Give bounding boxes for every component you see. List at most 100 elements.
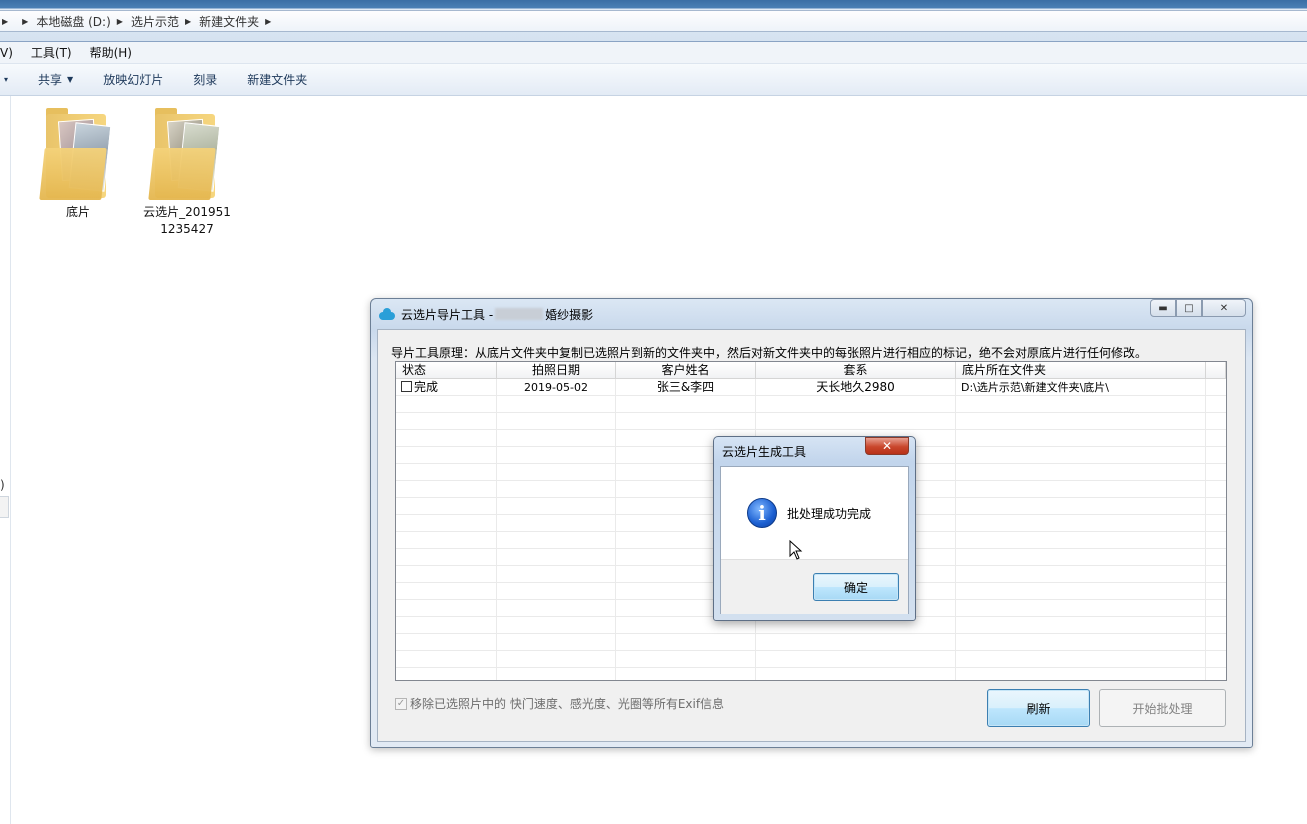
empty-cell [956,396,1206,413]
column-header-date[interactable]: 拍照日期 [497,362,616,379]
message-box-footer: 确定 [721,559,908,614]
new-folder-button[interactable]: 新建文件夹 [247,71,307,88]
empty-cell [497,515,616,532]
empty-cell [756,651,956,668]
organize-dropdown[interactable]: ▾ [4,75,8,84]
folder-icon [148,104,223,200]
empty-cell [497,430,616,447]
message-box: 云选片生成工具 ✕ i 批处理成功完成 确定 [713,436,916,621]
empty-cell [956,447,1206,464]
empty-cell [956,600,1206,617]
empty-cell [956,566,1206,583]
row-checkbox[interactable] [401,381,412,392]
status-cell[interactable]: 完成 [396,379,497,396]
remove-exif-checkbox[interactable]: ✓ 移除已选照片中的 快门速度、感光度、光圈等所有Exif信息 [395,695,724,712]
folder-cell: D:\选片示范\新建文件夹\底片\ [956,379,1206,396]
menu-bar: V) 工具(T) 帮助(H) [0,42,1307,64]
empty-cell [956,413,1206,430]
redacted-studio-name [495,308,544,320]
empty-cell [396,430,497,447]
column-header-status[interactable]: 状态 [396,362,497,379]
empty-cell [956,668,1206,680]
empty-cell [497,498,616,515]
caret-down-icon: ▼ [67,75,74,84]
navigation-pane [0,96,11,824]
burn-button[interactable]: 刻录 [193,71,217,88]
minimize-icon: ▬ [1158,302,1168,314]
empty-cell [956,651,1206,668]
column-header-folder[interactable]: 底片所在文件夹 [956,362,1206,379]
menu-help[interactable]: 帮助(H) [90,44,132,61]
empty-cell [396,481,497,498]
folder-item[interactable]: 云选片_2019511235427 [142,104,232,238]
empty-cell [396,583,497,600]
empty-cell [497,549,616,566]
empty-cell [956,498,1206,515]
breadcrumb-root[interactable]: ▶ [2,17,16,26]
empty-cell [616,413,756,430]
close-button[interactable]: ✕ [1202,299,1246,317]
nav-pane-scroll-fragment[interactable] [0,496,9,518]
empty-cell [616,668,756,680]
start-batch-button[interactable]: 开始批处理 [1099,689,1226,727]
empty-cell [497,396,616,413]
table-row[interactable]: 完成 2019-05-02 张三&李四 天长地久2980 D:\选片示范\新建文… [396,379,1226,396]
empty-cell [396,668,497,680]
chevron-right-icon: ▶ [116,16,123,26]
principle-text: 导片工具原理：从底片文件夹中复制已选照片到新的文件夹中，然后对新文件夹中的每张照… [391,346,1148,360]
column-header-package[interactable]: 套系 [756,362,956,379]
info-icon: i [747,498,777,528]
breadcrumb-dropdown[interactable]: ▶ [265,17,279,26]
empty-cell [616,651,756,668]
empty-cell [756,668,956,680]
empty-cell [497,668,616,680]
ok-button[interactable]: 确定 [813,573,899,601]
folder-item[interactable]: 底片 [33,104,123,221]
folder-label: 云选片_2019511235427 [143,205,231,236]
nav-pane-fragment: ) [0,478,5,492]
empty-cell [396,447,497,464]
empty-cell [396,515,497,532]
maximize-button[interactable]: □ [1176,299,1202,317]
empty-cell [497,532,616,549]
empty-cell [756,396,956,413]
package-cell: 天长地久2980 [756,379,956,396]
empty-cell [396,532,497,549]
breadcrumb-item[interactable]: ▶ 新建文件夹 [185,13,259,30]
caret-down-icon: ▾ [4,75,9,84]
menu-view[interactable]: V) [0,46,13,60]
empty-cell [396,651,497,668]
empty-cell [396,549,497,566]
minimize-button[interactable]: ▬ [1150,299,1176,317]
empty-cell [396,396,497,413]
folder-icon [39,104,114,200]
grid-header: 状态 拍照日期 客户姓名 套系 底片所在文件夹 [396,362,1226,379]
breadcrumb-item[interactable]: ▶ 本地磁盘 (D:) [22,13,111,30]
empty-cell [756,413,956,430]
empty-cell [396,498,497,515]
date-cell: 2019-05-02 [497,379,616,396]
empty-cell [497,651,616,668]
close-icon: ✕ [1219,302,1229,314]
close-icon: ✕ [881,439,893,453]
menu-tools[interactable]: 工具(T) [31,44,72,61]
slideshow-button[interactable]: 放映幻灯片 [103,71,163,88]
breadcrumb-item[interactable]: ▶ 选片示范 [117,13,179,30]
address-bar: ▶ ▶ 本地磁盘 (D:) ▶ 选片示范 ▶ 新建文件夹 ▶ [0,0,1307,42]
breadcrumb[interactable]: ▶ ▶ 本地磁盘 (D:) ▶ 选片示范 ▶ 新建文件夹 ▶ [0,10,1307,32]
empty-cell [497,634,616,651]
empty-cell [956,583,1206,600]
share-button[interactable]: 共享 ▼ [38,71,73,88]
empty-cell [396,600,497,617]
refresh-button[interactable]: 刷新 [987,689,1090,727]
empty-row [396,651,1226,668]
empty-cell [497,583,616,600]
message-box-title: 云选片生成工具 [722,445,807,459]
empty-cell [956,515,1206,532]
empty-cell [497,464,616,481]
empty-cell [396,634,497,651]
column-header-customer[interactable]: 客户姓名 [616,362,756,379]
chevron-right-icon: ▶ [184,16,192,26]
checkbox-checked-icon: ✓ [395,697,407,710]
message-box-close-button[interactable]: ✕ [865,437,909,455]
